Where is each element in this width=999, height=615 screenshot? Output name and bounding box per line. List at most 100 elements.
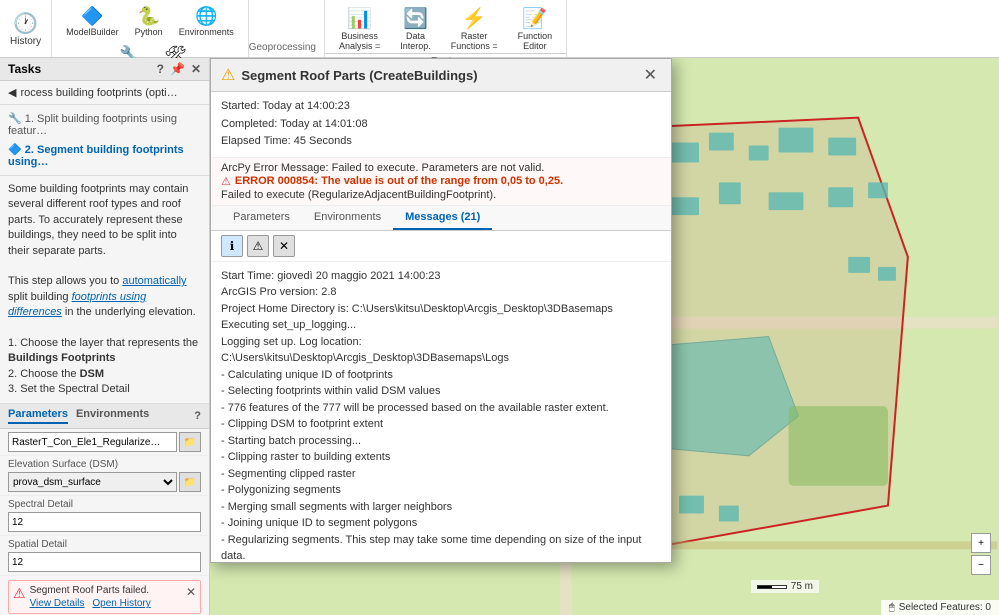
- params-help-icon[interactable]: ?: [194, 410, 201, 422]
- warning-filter-btn[interactable]: ⚠: [247, 235, 269, 257]
- step2-label: 2. Segment building footprints using…: [8, 144, 184, 168]
- msg-1: Start Time: giovedì 20 maggio 2021 14:00…: [221, 268, 661, 285]
- error-banner-text: Segment Roof Parts failed.: [30, 585, 151, 596]
- dsm-select[interactable]: prova_dsm_surface: [8, 472, 177, 492]
- spectral-detail-label: Spectral Detail: [8, 499, 201, 510]
- geoprocessing-label-container: Geoprocessing: [249, 0, 325, 57]
- completed-value: Today at 14:01:08: [280, 118, 367, 130]
- msg-12: - Clipping raster to building extents: [221, 449, 661, 466]
- map-nav: + −: [971, 533, 991, 575]
- modelbuilder-label: ModelBuilder: [66, 27, 119, 37]
- back-icon[interactable]: ◀: [8, 86, 16, 99]
- msg-14: - Polygonizing segments: [221, 482, 661, 499]
- toolbar: 🕐 History 🔷 ModelBuilder 🐍 Python 🌐 Envi…: [0, 0, 999, 58]
- dialog-toolbar: ℹ ⚠ ✕: [211, 231, 671, 262]
- started-label: Started:: [221, 100, 260, 112]
- data-interop-button[interactable]: 🔄 DataInterop.: [394, 4, 437, 53]
- dialog-titlebar: ⚠ Segment Roof Parts (CreateBuildings) ✕: [211, 59, 671, 92]
- environments-label: Environments: [179, 27, 234, 37]
- elevation-dsm-label: Elevation Surface (DSM): [8, 459, 201, 470]
- msg-5: Logging set up. Log location:: [221, 334, 661, 351]
- raster-functions-label: RasterFunctions =: [451, 31, 498, 51]
- environments-button[interactable]: 🌐 Environments: [173, 4, 240, 39]
- tasks-title: Tasks: [8, 62, 41, 76]
- help-icon[interactable]: ?: [157, 62, 164, 76]
- selected-features: 🖱 Selected Features: 0: [881, 600, 999, 615]
- business-analysis-label: BusinessAnalysis =: [339, 31, 380, 51]
- spatial-detail-input[interactable]: [8, 552, 201, 572]
- tab-environments[interactable]: Environments: [302, 206, 393, 230]
- raster-param-row: 📁: [0, 429, 209, 456]
- msg-17: - Regularizing segments. This step may t…: [221, 532, 661, 562]
- footprints-link[interactable]: footprints using differences: [8, 291, 146, 318]
- dialog-warning-icon: ⚠: [221, 65, 235, 85]
- python-icon: 🐍: [137, 6, 159, 27]
- spatial-detail-label: Spatial Detail: [8, 539, 201, 550]
- python-label: Python: [135, 27, 163, 37]
- spectral-detail-input[interactable]: [8, 512, 201, 532]
- params-header: Parameters Environments ?: [0, 404, 209, 429]
- history-icon: 🕐: [13, 11, 38, 36]
- raster-section: 📊 BusinessAnalysis = 🔄 DataInterop. ⚡ Ra…: [325, 0, 567, 57]
- task-title-text: rocess building footprints (opti…: [20, 87, 177, 99]
- info-filter-btn[interactable]: ℹ: [221, 235, 243, 257]
- msg-6: C:\Users\kitsu\Desktop\Arcgis_Desktop\3D…: [221, 350, 661, 367]
- open-history-link[interactable]: Open History: [92, 598, 150, 609]
- environments-tab[interactable]: Environments: [76, 408, 149, 424]
- raster-functions-button[interactable]: ⚡ RasterFunctions =: [445, 4, 504, 53]
- error-filter-btn[interactable]: ✕: [273, 235, 295, 257]
- raster-input[interactable]: [8, 432, 177, 452]
- params-tab[interactable]: Parameters: [8, 408, 68, 424]
- raster-browse-btn[interactable]: 📁: [179, 432, 201, 452]
- msg-3: Project Home Directory is: C:\Users\kits…: [221, 301, 661, 318]
- dialog: ⚠ Segment Roof Parts (CreateBuildings) ✕…: [210, 58, 672, 563]
- dialog-title: Segment Roof Parts (CreateBuildings): [241, 68, 477, 83]
- history-label: History: [10, 36, 41, 47]
- completed-label: Completed:: [221, 118, 277, 130]
- geoprocessing-group: 🔷 ModelBuilder 🐍 Python 🌐 Environments 🔧…: [52, 0, 249, 57]
- description-text: Some building footprints may contain sev…: [8, 182, 201, 259]
- data-interop-label: DataInterop.: [400, 31, 431, 51]
- modelbuilder-button[interactable]: 🔷 ModelBuilder: [60, 4, 125, 39]
- task-item-2[interactable]: 🔷 2. Segment building footprints using…: [0, 140, 209, 171]
- close-panel-icon[interactable]: ✕: [191, 62, 201, 76]
- step1-label: 1. Split building footprints using featu…: [8, 113, 177, 137]
- python-button[interactable]: 🐍 Python: [129, 4, 169, 39]
- spatial-detail-row: Spatial Detail: [0, 536, 209, 576]
- msg-9: - 776 features of the 777 will be proces…: [221, 400, 661, 417]
- dsm-browse-btn[interactable]: 📁: [179, 472, 201, 492]
- error-banner: ⚠ Segment Roof Parts failed. View Detail…: [8, 580, 201, 614]
- task-list: 🔧 1. Split building footprints using fea…: [0, 105, 209, 176]
- function-editor-label: FunctionEditor: [518, 31, 553, 51]
- msg-2: ArcGIS Pro version: 2.8: [221, 284, 661, 301]
- top-error-block: ArcPy Error Message: Failed to execute. …: [211, 158, 671, 206]
- zoom-out-btn[interactable]: −: [971, 555, 991, 575]
- msg-13: - Segmenting clipped raster: [221, 466, 661, 483]
- center-area: Drove surface 75 m 🖱 Selected Features: …: [210, 58, 999, 615]
- elapsed-label: Elapsed Time:: [221, 135, 291, 147]
- function-editor-button[interactable]: 📝 FunctionEditor: [512, 4, 559, 53]
- dialog-close-button[interactable]: ✕: [640, 65, 661, 85]
- elapsed-value: 45 Seconds: [294, 135, 352, 147]
- msg-8: - Selecting footprints within valid DSM …: [221, 383, 661, 400]
- function-editor-icon: 📝: [522, 6, 547, 31]
- left-panel: Tasks ? 📌 ✕ ◀ rocess building footprints…: [0, 58, 210, 615]
- selected-features-label: Selected Features: 0: [899, 602, 991, 613]
- business-analysis-button[interactable]: 📊 BusinessAnalysis =: [333, 4, 386, 53]
- data-interop-icon: 🔄: [403, 6, 428, 31]
- raster-functions-icon: ⚡: [462, 6, 487, 31]
- task-item-1: 🔧 1. Split building footprints using fea…: [0, 109, 209, 140]
- tab-messages[interactable]: Messages (21): [393, 206, 492, 230]
- tab-parameters[interactable]: Parameters: [221, 206, 302, 230]
- pin-icon[interactable]: 📌: [170, 62, 185, 76]
- dialog-meta: Started: Today at 14:00:23 Completed: To…: [211, 92, 671, 158]
- view-details-link[interactable]: View Details: [30, 598, 85, 609]
- tasks-panel-header: Tasks ? 📌 ✕: [0, 58, 209, 81]
- auto-link[interactable]: automatically: [122, 275, 186, 287]
- zoom-in-btn[interactable]: +: [971, 533, 991, 553]
- history-button[interactable]: 🕐 History: [0, 0, 52, 57]
- close-banner-icon[interactable]: ✕: [186, 585, 196, 599]
- modelbuilder-icon: 🔷: [81, 6, 103, 27]
- cursor-icon: 🖱: [889, 602, 895, 613]
- msg-11: - Starting batch processing...: [221, 433, 661, 450]
